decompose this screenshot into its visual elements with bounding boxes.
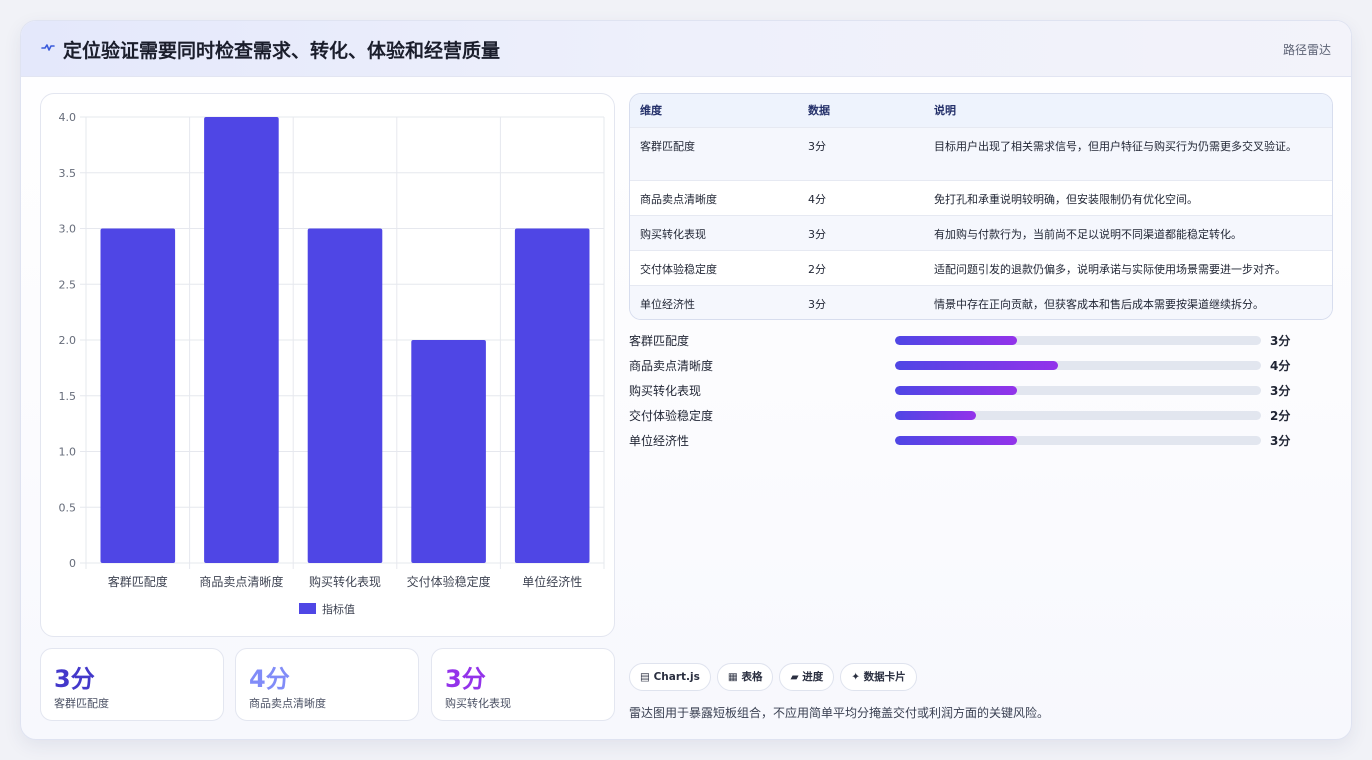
chip-table[interactable]: ▦ 表格	[716, 663, 774, 691]
x-tick-label: 交付体验稳定度	[407, 574, 491, 589]
column-header: 说明	[934, 104, 956, 118]
bar	[204, 117, 279, 563]
progress-label: 商品卖点清晰度	[629, 359, 714, 373]
data-table-panel: 维度 数据 说明 客群匹配度 3分 目标用户出现了相关需求信号，但用户特征与购买…	[629, 93, 1333, 320]
stat-label: 商品卖点清晰度	[249, 697, 326, 710]
progress-value: 3分	[1270, 434, 1291, 448]
table-cell: 单位经济性	[630, 284, 798, 319]
progress-label: 购买转化表现	[629, 384, 702, 398]
progress-label: 客群匹配度	[629, 334, 690, 348]
stat-value: 3分	[54, 665, 95, 693]
progress-row: 单位经济性 3分	[629, 430, 1333, 455]
table-row: 购买转化表现 3分 有加购与付款行为，当前尚不足以说明不同渠道都能稳定转化。	[630, 214, 1332, 250]
progress-value: 3分	[1270, 384, 1291, 398]
progress-label: 交付体验稳定度	[629, 409, 714, 423]
stat-card: 4分 商品卖点清晰度	[235, 648, 419, 721]
table-row: 商品卖点清晰度 4分 免打孔和承重说明较明确，但安装限制仍有优化空间。	[630, 179, 1332, 215]
x-tick-label: 客群匹配度	[108, 574, 168, 589]
table-cell: 有加购与付款行为，当前尚不足以说明不同渠道都能稳定转化。	[924, 214, 1332, 250]
y-tick-label: 3.0	[59, 223, 77, 236]
table-header-row: 维度 数据 说明	[630, 94, 1332, 127]
data-table: 维度 数据 说明 客群匹配度 3分 目标用户出现了相关需求信号，但用户特征与购买…	[630, 94, 1332, 319]
table-cell: 购买转化表现	[630, 214, 798, 250]
legend-swatch	[299, 603, 316, 614]
legend-label: 指标值	[322, 602, 355, 616]
stat-card: 3分 客群匹配度	[40, 648, 224, 721]
progress-track	[895, 411, 1261, 420]
progress-fill	[895, 436, 1017, 445]
progress-label: 单位经济性	[629, 434, 690, 448]
table-cell: 2分	[798, 249, 924, 285]
stat-card: 3分 购买转化表现	[431, 648, 615, 721]
card-header: 定位验证需要同时检查需求、转化、体验和经营质量 路径雷达	[21, 21, 1351, 77]
table-cell: 3分	[798, 284, 924, 319]
x-tick-label: 单位经济性	[522, 574, 582, 589]
progress-row: 商品卖点清晰度 4分	[629, 355, 1333, 380]
y-tick-label: 1.0	[59, 446, 77, 459]
bar-chart: 0 0.5 1.0 1.5 2.0 2.5 3.0 3.5 4.0 客群匹配度 商品卖点清晰度 购买转…	[59, 111, 605, 616]
table-cell: 3分	[798, 214, 924, 250]
x-tick-label: 购买转化表现	[309, 574, 381, 589]
table-cell: 3分	[798, 126, 924, 180]
table-row: 交付体验稳定度 2分 适配问题引发的退款仍偏多，说明承诺与实际使用场景需要进一步…	[630, 249, 1332, 285]
progress-value: 3分	[1270, 334, 1291, 348]
y-tick-label: 2.0	[59, 334, 77, 347]
progress-row: 客群匹配度 3分	[629, 330, 1333, 355]
y-tick-label: 4.0	[59, 111, 77, 124]
tech-chips: ▤ Chart.js ▦ 表格 ▰ 进度 ✦ 数据卡片	[629, 663, 923, 691]
chip-data-cards[interactable]: ✦ 数据卡片	[840, 663, 917, 691]
bar	[514, 228, 590, 563]
bar-chart-panel: 0 0.5 1.0 1.5 2.0 2.5 3.0 3.5 4.0 客群匹配度 商品卖点清晰度 购买转…	[40, 93, 615, 637]
progress-row: 交付体验稳定度 2分	[629, 405, 1333, 430]
table-row: 客群匹配度 3分 目标用户出现了相关需求信号，但用户特征与购买行为仍需更多交叉验…	[630, 126, 1332, 180]
progress-track	[895, 436, 1261, 445]
header-tag: 路径雷达	[1282, 43, 1331, 57]
progress-list: 客群匹配度 3分 商品卖点清晰度 4分 购买转化表现 3分 交付体验稳定度 2分…	[629, 330, 1333, 455]
table-cell: 4分	[798, 179, 924, 215]
page-title: 定位验证需要同时检查需求、转化、体验和经营质量	[63, 40, 501, 62]
table-row: 单位经济性 3分 情景中存在正向贡献，但获客成本和售后成本需要按渠道继续拆分。	[630, 284, 1332, 319]
table-cell: 客群匹配度	[630, 126, 798, 180]
progress-fill	[895, 411, 977, 420]
table-cell: 情景中存在正向贡献，但获客成本和售后成本需要按渠道继续拆分。	[924, 284, 1332, 319]
stat-label: 客群匹配度	[54, 697, 109, 710]
stat-value: 3分	[445, 665, 486, 693]
bar	[307, 228, 383, 563]
y-tick-label: 1.5	[59, 390, 77, 403]
y-tick-label: 2.5	[59, 278, 77, 291]
progress-fill	[895, 336, 1017, 345]
stat-value: 4分	[249, 665, 290, 693]
table-cell: 商品卖点清晰度	[630, 179, 798, 215]
table-cell: 交付体验稳定度	[630, 249, 798, 285]
stat-label: 购买转化表现	[445, 697, 511, 710]
progress-fill	[895, 386, 1017, 395]
footnote: 雷达图用于暴露短板组合，不应用简单平均分掩盖交付或利润方面的关键风险。	[629, 706, 1050, 720]
progress-track	[895, 336, 1261, 345]
bar	[100, 228, 176, 563]
chip-chartjs[interactable]: ▤ Chart.js	[629, 663, 711, 691]
column-header: 维度	[640, 104, 662, 118]
progress-fill	[895, 361, 1058, 370]
y-tick-label: 3.5	[59, 167, 77, 180]
bar	[411, 340, 486, 563]
progress-row: 购买转化表现 3分	[629, 380, 1333, 405]
progress-track	[895, 361, 1261, 370]
progress-value: 4分	[1270, 359, 1291, 373]
progress-track	[895, 386, 1261, 395]
table-cell: 免打孔和承重说明较明确，但安装限制仍有优化空间。	[924, 179, 1332, 215]
table-cell: 目标用户出现了相关需求信号，但用户特征与购买行为仍需更多交叉验证。	[924, 126, 1332, 180]
progress-value: 2分	[1270, 409, 1291, 423]
x-tick-label: 商品卖点清晰度	[199, 574, 283, 589]
chip-progress[interactable]: ▰ 进度	[779, 663, 835, 691]
dashboard-card: 定位验证需要同时检查需求、转化、体验和经营质量 路径雷达 0 0.5 1.0 1.5 2…	[20, 20, 1352, 740]
column-header: 数据	[808, 104, 830, 118]
pulse-icon	[41, 44, 55, 51]
y-tick-label: 0	[69, 557, 76, 570]
table-cell: 适配问题引发的退款仍偏多，说明承诺与实际使用场景需要进一步对齐。	[924, 249, 1332, 285]
y-tick-label: 0.5	[59, 501, 77, 514]
